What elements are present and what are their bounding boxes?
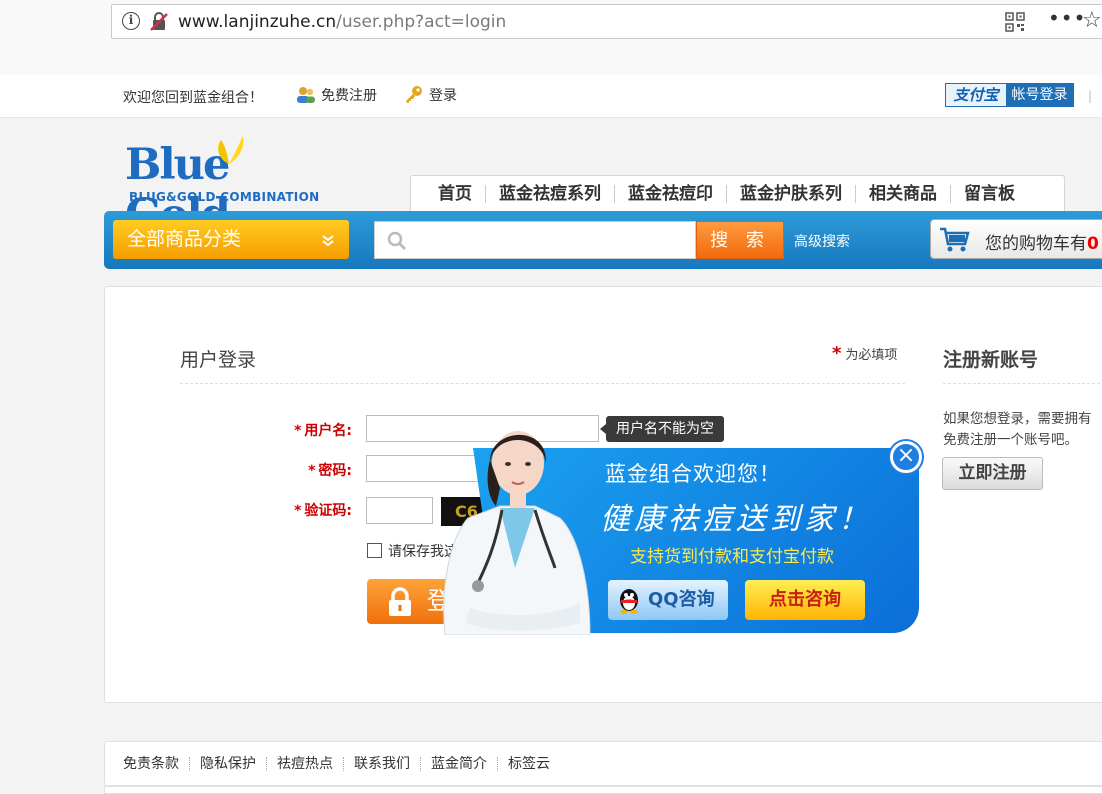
url-text[interactable]: www.lanjinzuhe.cn/user.php?act=login — [178, 12, 506, 32]
required-star: * — [294, 503, 302, 519]
footer-link-tag-cloud[interactable]: 标签云 — [508, 757, 560, 771]
register-link[interactable]: 免费注册 — [296, 85, 377, 105]
main-nav: 首页 蓝金祛痘系列 蓝金祛痘印 蓝金护肤系列 相关商品 留言板 — [410, 175, 1065, 212]
address-bar[interactable]: i www.lanjinzuhe.cn/user.php?act=login •… — [111, 4, 1102, 39]
register-label: 免费注册 — [321, 88, 377, 104]
password-label: * 密码: — [265, 460, 355, 480]
info-icon[interactable]: i — [122, 12, 140, 30]
alipay-login-button[interactable]: 支付宝 帐号登录 — [945, 83, 1074, 107]
footer-link-disclaimer[interactable]: 免责条款 — [123, 756, 190, 771]
separator: | — [1088, 89, 1093, 103]
captcha-label: * 验证码: — [265, 500, 355, 520]
register-desc-line2: 免费注册一个账号吧。 — [943, 432, 1078, 448]
alipay-login-label: 帐号登录 — [1006, 84, 1073, 106]
username-label: * 用户名: — [265, 420, 355, 440]
footer-link-acne-topics[interactable]: 祛痘热点 — [277, 756, 344, 771]
site-header: Blue Gold BLUG&GOLD COMBINATION 首页 蓝金祛痘系… — [0, 118, 1102, 286]
footer-link-privacy[interactable]: 隐私保护 — [200, 756, 267, 771]
captcha-input[interactable] — [366, 497, 433, 524]
login-label: 登录 — [429, 88, 457, 104]
cart-text: 您的购物车有 — [985, 234, 1087, 254]
key-icon — [406, 86, 422, 103]
username-label-text: 用户名: — [304, 423, 352, 439]
double-chevron-down-icon — [321, 220, 335, 263]
insecure-lock-icon[interactable] — [148, 11, 170, 33]
butterfly-icon — [218, 136, 244, 164]
register-title: 注册新账号 — [943, 349, 1039, 371]
login-link[interactable]: 登录 — [404, 85, 457, 105]
qq-consult-button[interactable]: QQ咨询 — [608, 580, 728, 620]
search-button[interactable]: 搜 索 — [696, 221, 784, 259]
bookmark-star-icon[interactable]: ☆ — [1082, 8, 1102, 33]
cart-count: 0 — [1087, 234, 1099, 254]
required-note: * 为必填项 — [832, 343, 901, 364]
popup-payment-note: 支持货到付款和支付宝付款 — [630, 547, 834, 567]
nav-item-acne-marks[interactable]: 蓝金祛痘印 — [615, 185, 727, 203]
remember-checkbox[interactable] — [367, 543, 382, 558]
close-icon[interactable]: × — [890, 441, 922, 473]
doctor-illustration — [443, 431, 591, 635]
nav-item-related[interactable]: 相关商品 — [856, 185, 951, 203]
register-description: 如果您想登录，需要拥有 免费注册一个账号吧。 — [943, 409, 1102, 451]
qq-penguin-icon — [620, 589, 638, 614]
captcha-label-text: 验证码: — [304, 503, 352, 519]
register-now-button[interactable]: 立即注册 — [942, 457, 1043, 490]
divider — [943, 383, 1102, 384]
nav-item-skincare[interactable]: 蓝金护肤系列 — [727, 185, 856, 203]
qr-code-icon[interactable] — [1005, 12, 1025, 32]
required-star: * — [832, 343, 842, 364]
required-star: * — [294, 423, 302, 439]
divider — [180, 383, 905, 384]
popup-welcome: 蓝金组合欢迎您！ — [605, 462, 781, 486]
site-logo[interactable]: Blue Gold BLUG&GOLD COMBINATION — [125, 136, 335, 240]
login-title: 用户登录 — [180, 349, 257, 371]
all-categories-label: 全部商品分类 — [127, 228, 242, 250]
lock-icon — [389, 587, 411, 616]
register-desc-line1: 如果您想登录，需要拥有 — [943, 411, 1092, 427]
footer-links: 免责条款 隐私保护 祛痘热点 联系我们 蓝金简介 标签云 — [104, 741, 1102, 786]
site-top-bar: 欢迎您回到蓝金组合！ 免费注册 登录 支付宝 帐号登录 | — [0, 75, 1102, 118]
alipay-logo: 支付宝 — [946, 84, 1006, 106]
search-bar: 全部商品分类 搜 索 高级搜索 您的购物车有0 — [104, 211, 1102, 269]
cart-button[interactable]: 您的购物车有0 — [930, 219, 1102, 259]
click-consult-button[interactable]: 点击咨询 — [745, 580, 865, 620]
password-label-text: 密码: — [318, 463, 352, 479]
logo-subtitle: BLUG&GOLD COMBINATION — [129, 190, 320, 204]
footer-bottom — [104, 786, 1102, 794]
search-icon — [387, 231, 407, 251]
all-categories-button[interactable]: 全部商品分类 — [113, 220, 349, 259]
nav-item-home[interactable]: 首页 — [425, 185, 486, 203]
advanced-search-link[interactable]: 高级搜索 — [794, 231, 850, 251]
users-icon — [297, 87, 315, 103]
nav-item-acne-series[interactable]: 蓝金祛痘系列 — [486, 185, 615, 203]
required-note-text: 为必填项 — [845, 348, 898, 363]
required-star: * — [308, 463, 316, 479]
nav-item-guestbook[interactable]: 留言板 — [951, 185, 1028, 203]
popup-slogan: 健康祛痘送到家！ — [600, 502, 872, 537]
browser-toolbar: i www.lanjinzuhe.cn/user.php?act=login •… — [0, 0, 1102, 75]
search-input[interactable] — [374, 221, 696, 259]
qq-consult-label: QQ咨询 — [648, 589, 715, 610]
cart-summary: 您的购物车有0 — [985, 229, 1099, 254]
cart-icon — [940, 227, 970, 252]
more-actions-icon[interactable]: ••• — [1048, 6, 1086, 30]
consult-popup: 蓝金组合欢迎您！ 健康祛痘送到家！ 支持货到付款和支付宝付款 QQ咨询 点击咨询… — [440, 418, 926, 635]
welcome-text: 欢迎您回到蓝金组合！ — [123, 90, 263, 106]
footer-link-about[interactable]: 蓝金简介 — [431, 756, 498, 771]
footer-link-contact[interactable]: 联系我们 — [354, 756, 421, 771]
